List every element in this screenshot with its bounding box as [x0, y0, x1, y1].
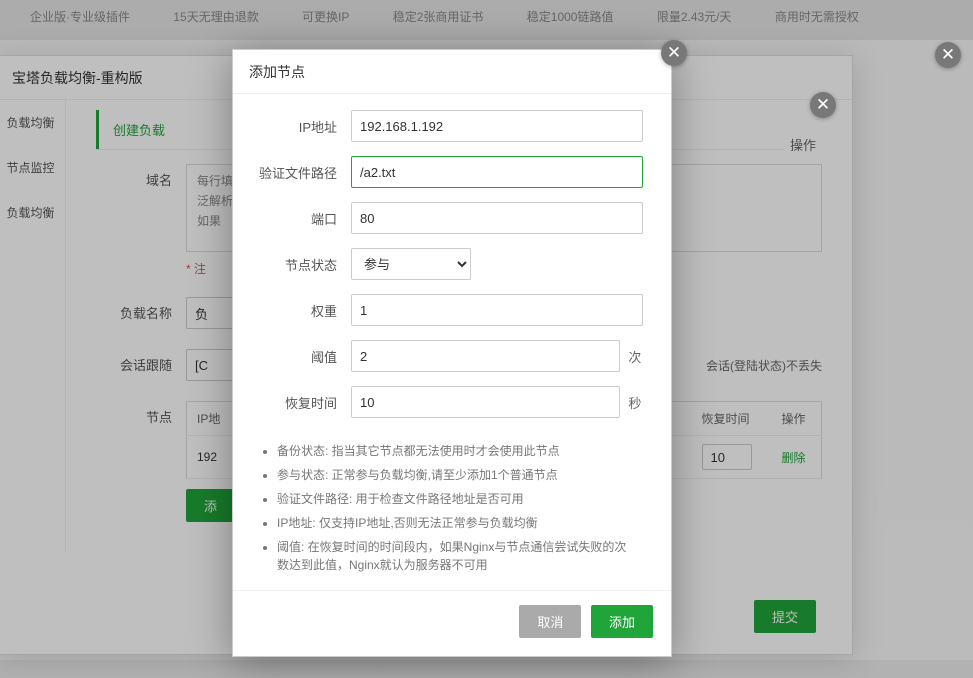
status-label: 节点状态 — [247, 255, 351, 274]
weight-input[interactable] — [351, 294, 643, 326]
close-icon[interactable]: ✕ — [661, 40, 687, 66]
tips-list: 备份状态: 指当其它节点都无法使用时才会使用此节点 参与状态: 正常参与负载均衡… — [247, 432, 643, 586]
recover-label: 恢复时间 — [247, 393, 351, 412]
ip-input[interactable] — [351, 110, 643, 142]
path-label: 验证文件路径 — [247, 163, 351, 182]
close-icon[interactable]: ✕ — [935, 42, 961, 68]
threshold-label: 阈值 — [247, 347, 351, 366]
recover-unit: 秒 — [628, 393, 643, 412]
port-label: 端口 — [247, 209, 351, 228]
threshold-input[interactable] — [351, 340, 620, 372]
path-input[interactable] — [351, 156, 643, 188]
confirm-button[interactable]: 添加 — [591, 605, 653, 638]
dlg2-title: 添加节点 — [233, 50, 671, 94]
status-select[interactable]: 参与 — [351, 248, 471, 280]
threshold-unit: 次 — [628, 347, 643, 366]
port-input[interactable] — [351, 202, 643, 234]
weight-label: 权重 — [247, 301, 351, 320]
ip-label: IP地址 — [247, 117, 351, 136]
close-icon[interactable]: ✕ — [810, 92, 836, 118]
recover-input[interactable] — [351, 386, 620, 418]
cancel-button[interactable]: 取消 — [519, 605, 581, 638]
add-node-dialog: 添加节点 IP地址 验证文件路径 端口 节点状态 参与 权重 — [232, 49, 672, 657]
